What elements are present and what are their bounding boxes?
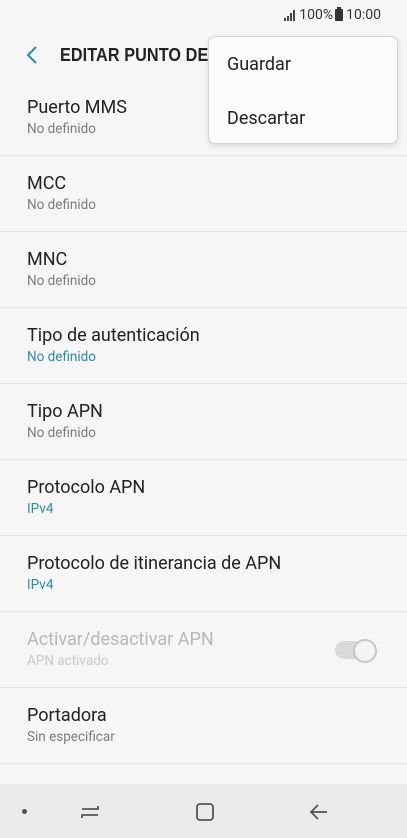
navigation-bar — [0, 784, 407, 838]
battery-percent: 100% — [299, 7, 334, 23]
overflow-menu: Guardar Descartar — [208, 36, 398, 144]
setting-title: MNC — [27, 249, 68, 270]
setting-value: No definido — [27, 349, 96, 365]
settings-list: Puerto MMS No definido MCC No definido M… — [0, 80, 407, 764]
page-title: EDITAR PUNTO DE — [60, 44, 209, 65]
setting-mnc[interactable]: MNC No definido — [0, 232, 407, 308]
setting-title: Portadora — [27, 705, 107, 726]
back-arrow-icon[interactable] — [8, 31, 56, 79]
recent-apps-icon[interactable] — [76, 798, 104, 826]
setting-value: IPv4 — [27, 577, 54, 593]
setting-bearer[interactable]: Portadora Sin especificar — [0, 688, 407, 764]
setting-title: Protocolo de itinerancia de APN — [27, 553, 282, 574]
battery-icon — [335, 7, 344, 21]
setting-apn-protocol[interactable]: Protocolo APN IPv4 — [0, 460, 407, 536]
home-icon[interactable] — [191, 798, 219, 826]
setting-mcc[interactable]: MCC No definido — [0, 156, 407, 232]
setting-value: No definido — [27, 273, 96, 289]
back-icon[interactable] — [305, 798, 333, 826]
menu-item-save[interactable]: Guardar — [209, 37, 397, 91]
menu-item-discard[interactable]: Descartar — [209, 91, 397, 145]
setting-apn-roaming-protocol[interactable]: Protocolo de itinerancia de APN IPv4 — [0, 536, 407, 612]
switch-thumb — [353, 638, 377, 663]
setting-auth-type[interactable]: Tipo de autenticación No definido — [0, 308, 407, 384]
signal-icon — [284, 9, 296, 21]
setting-title: Protocolo APN — [27, 477, 146, 498]
setting-value: IPv4 — [27, 501, 54, 517]
setting-apn-toggle: Activar/desactivar APN APN activado — [0, 612, 407, 688]
setting-title: Tipo APN — [27, 401, 103, 422]
setting-apn-type[interactable]: Tipo APN No definido — [0, 384, 407, 460]
setting-value: No definido — [27, 425, 96, 441]
apn-enable-switch[interactable] — [335, 638, 377, 663]
clock: 10:00 — [346, 7, 381, 23]
status-bar: 100% 10:00 — [0, 0, 407, 30]
setting-value: Sin especificar — [27, 729, 115, 745]
setting-value: No definido — [27, 197, 96, 213]
setting-title: MCC — [27, 173, 67, 194]
setting-title: Tipo de autenticación — [27, 325, 200, 346]
nav-dot-icon — [22, 809, 27, 814]
